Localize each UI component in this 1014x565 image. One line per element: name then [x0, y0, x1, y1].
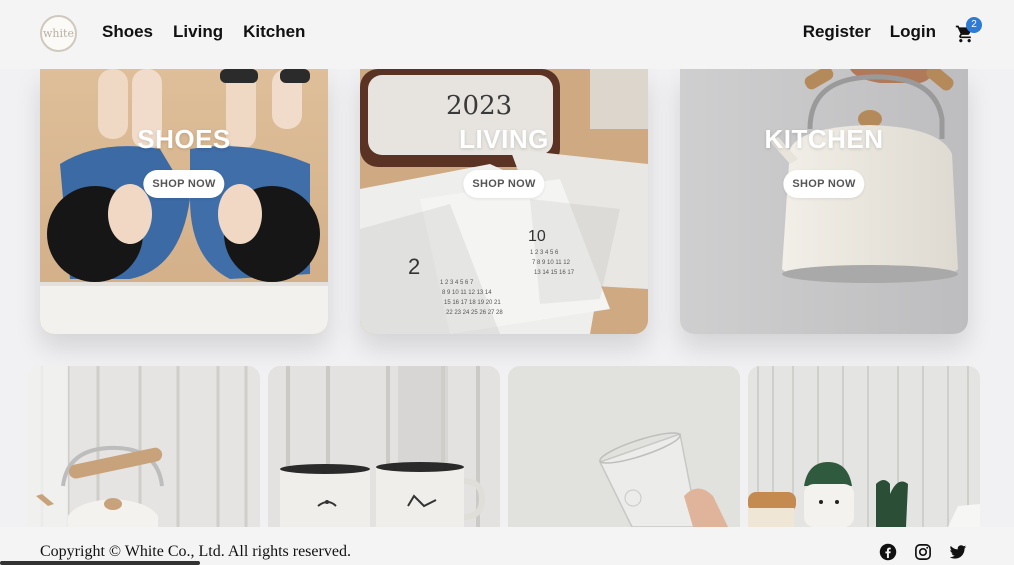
- cart-count-badge: 2: [966, 17, 982, 33]
- account-nav: Register Login: [803, 22, 936, 42]
- shop-now-button-living[interactable]: SHOP NOW: [463, 170, 545, 198]
- site-footer: Copyright © White Co., Ltd. All rights r…: [0, 527, 1014, 565]
- product-tile-plush-toys[interactable]: [748, 366, 980, 527]
- kitchen-photo: [680, 69, 968, 334]
- category-title-shoes: SHOES: [137, 124, 231, 154]
- product-tile-kettle[interactable]: [28, 366, 260, 527]
- site-header: white Shoes Living Kitchen Register Logi…: [0, 0, 1014, 69]
- svg-text:2: 2: [408, 254, 420, 279]
- instagram-icon[interactable]: [914, 543, 932, 561]
- living-photo: 2023 1 2 3 4 5 6 7 8 9 10 11 12 13 14 15…: [360, 69, 648, 334]
- facebook-icon[interactable]: [879, 543, 897, 561]
- kettle-product-photo: [28, 366, 260, 527]
- svg-text:8 9 10 11 12 13 14: 8 9 10 11 12 13 14: [442, 290, 492, 296]
- category-title-kitchen: KITCHEN: [764, 124, 884, 154]
- svg-text:1 2 3 4 5 6: 1 2 3 4 5 6: [530, 250, 559, 256]
- glass-product-photo: [508, 366, 740, 527]
- main-nav: Shoes Living Kitchen: [102, 22, 305, 42]
- nav-link-shoes[interactable]: Shoes: [102, 22, 153, 42]
- plush-product-photo: [748, 366, 980, 527]
- copyright-text: Copyright © White Co., Ltd. All rights r…: [40, 543, 351, 560]
- shoes-photo: [40, 69, 328, 334]
- shop-now-button-kitchen[interactable]: SHOP NOW: [783, 170, 865, 198]
- category-title-living: LIVING: [459, 124, 549, 154]
- calendar-year-graphic: 2023: [446, 91, 512, 121]
- product-tile-glass-cup[interactable]: [508, 366, 740, 527]
- mugs-product-photo: [268, 366, 500, 527]
- twitter-icon[interactable]: [949, 543, 967, 561]
- product-tile-enamel-mugs[interactable]: [268, 366, 500, 527]
- brand-logo[interactable]: white: [40, 15, 77, 52]
- nav-link-living[interactable]: Living: [173, 22, 223, 42]
- category-card-shoes[interactable]: SHOES SHOP NOW: [40, 69, 328, 334]
- horizontal-scrollbar[interactable]: [0, 561, 200, 565]
- svg-text:1 2 3 4 5 6 7: 1 2 3 4 5 6 7: [440, 280, 474, 286]
- svg-text:22 23 24 25 26 27 28: 22 23 24 25 26 27 28: [446, 310, 503, 316]
- svg-text:10: 10: [528, 228, 546, 245]
- logo-text: white: [43, 27, 74, 40]
- register-link[interactable]: Register: [803, 22, 871, 42]
- category-card-living[interactable]: 2023 1 2 3 4 5 6 7 8 9 10 11 12 13 14 15…: [360, 69, 648, 334]
- login-link[interactable]: Login: [890, 22, 936, 42]
- category-card-kitchen[interactable]: KITCHEN SHOP NOW: [680, 69, 968, 334]
- nav-link-kitchen[interactable]: Kitchen: [243, 22, 305, 42]
- svg-text:13 14 15 16 17: 13 14 15 16 17: [534, 270, 575, 276]
- svg-text:15 16 17 18 19 20 21: 15 16 17 18 19 20 21: [444, 300, 501, 306]
- shop-now-button-shoes[interactable]: SHOP NOW: [143, 170, 225, 198]
- svg-text:7 8 9 10 11 12: 7 8 9 10 11 12: [532, 260, 571, 266]
